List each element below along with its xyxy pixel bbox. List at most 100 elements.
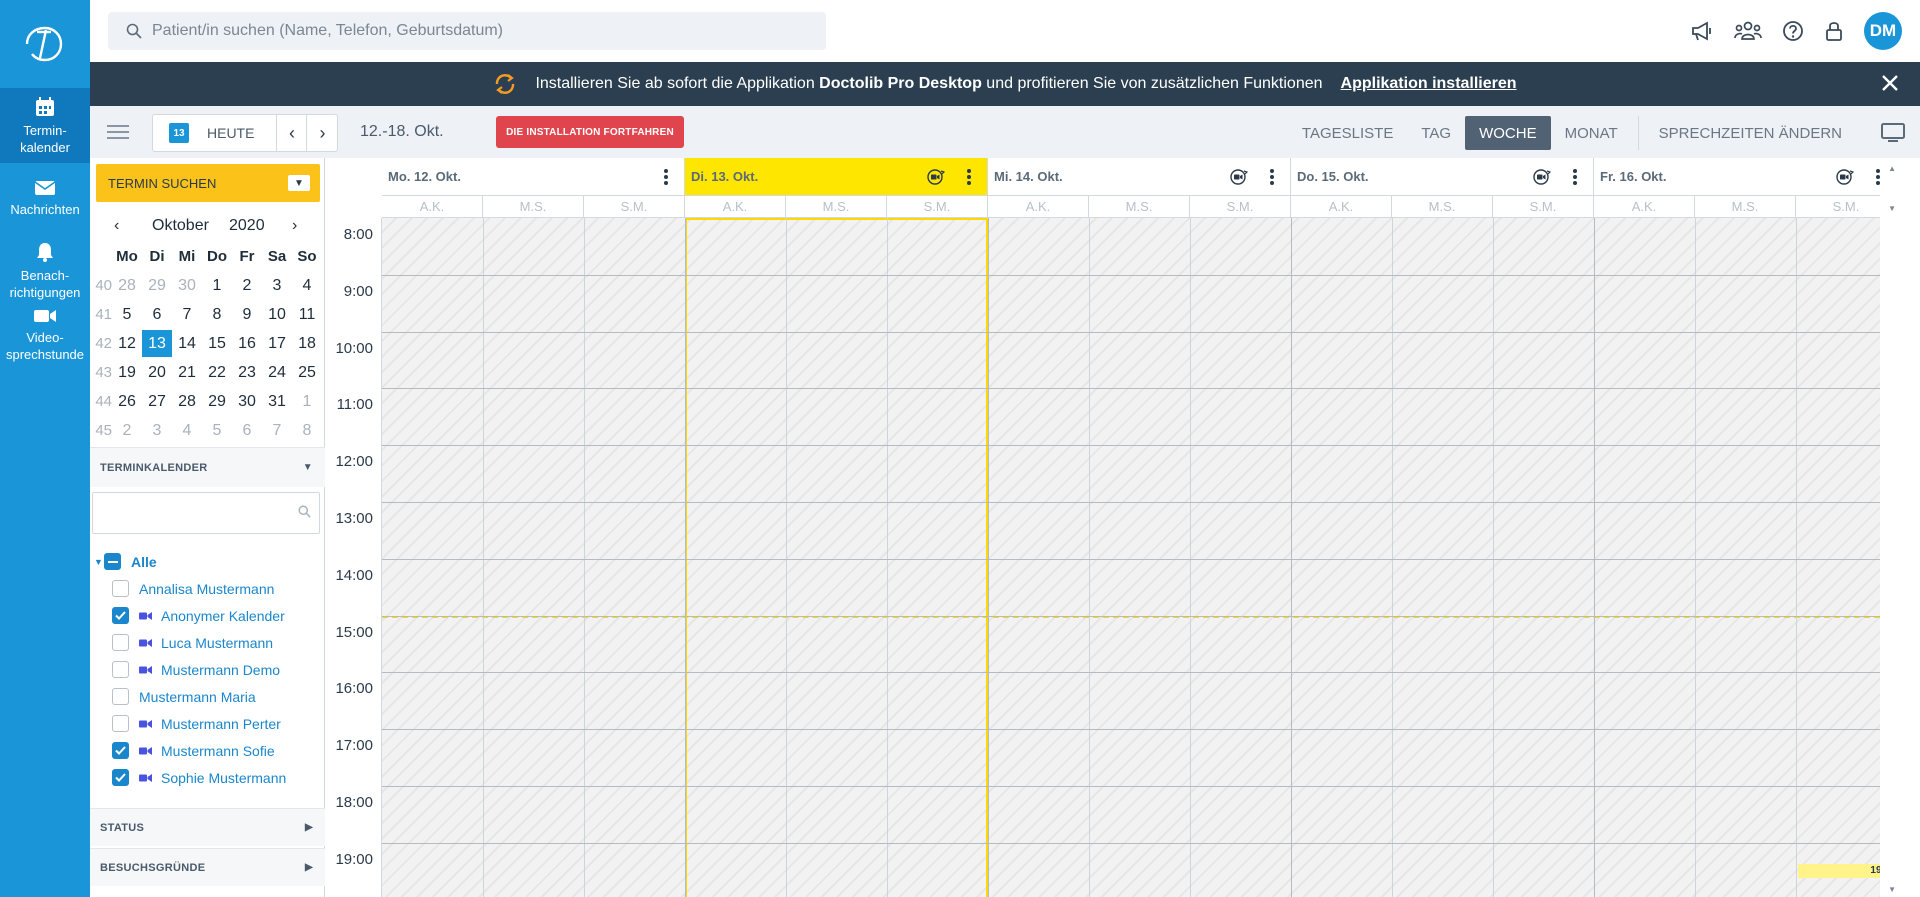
change-office-hours-button[interactable]: SPRECHZEITEN ÄNDERN xyxy=(1645,116,1856,150)
calendar-item[interactable]: Anonymer Kalender xyxy=(90,602,325,629)
monitor-icon[interactable] xyxy=(1880,122,1906,144)
day-header[interactable]: Do. 15. Okt. xyxy=(1291,158,1594,196)
day-header[interactable]: Mi. 14. Okt. xyxy=(988,158,1291,196)
lock-icon[interactable] xyxy=(1824,20,1844,42)
mini-calendar-year[interactable]: 2020 xyxy=(229,217,265,235)
mini-calendar-day[interactable]: 6 xyxy=(142,301,172,328)
mini-calendar-day[interactable]: 11 xyxy=(292,301,322,328)
week-number[interactable]: 42 xyxy=(90,335,112,352)
mini-calendar-day[interactable]: 8 xyxy=(292,417,322,444)
megaphone-icon[interactable] xyxy=(1690,20,1714,42)
mini-calendar-day[interactable]: 20 xyxy=(142,359,172,386)
week-number[interactable]: 40 xyxy=(90,277,112,294)
mini-calendar-day[interactable]: 29 xyxy=(142,272,172,299)
mini-calendar-day[interactable]: 10 xyxy=(262,301,292,328)
mini-calendar-day[interactable]: 30 xyxy=(232,388,262,415)
mini-calendar-day[interactable]: 9 xyxy=(232,301,262,328)
mini-calendar-day[interactable]: 25 xyxy=(292,359,322,386)
mini-calendar-day[interactable]: 13 xyxy=(142,330,172,357)
mini-calendar-day[interactable]: 4 xyxy=(292,272,322,299)
mini-calendar-prev-icon[interactable]: ‹ xyxy=(114,217,119,235)
tab-week[interactable]: WOCHE xyxy=(1465,116,1551,150)
mini-calendar-day[interactable]: 8 xyxy=(202,301,232,328)
calendar-item[interactable]: Mustermann Sofie xyxy=(90,737,325,764)
mini-calendar-day[interactable]: 26 xyxy=(112,388,142,415)
calendar-item[interactable]: Mustermann Demo xyxy=(90,656,325,683)
nav-calendar[interactable]: Termin- kalender xyxy=(0,88,90,163)
mini-calendar-day[interactable]: 4 xyxy=(172,417,202,444)
calendar-filter[interactable] xyxy=(92,492,320,534)
mini-calendar-day[interactable]: 17 xyxy=(262,330,292,357)
doctolib-logo[interactable] xyxy=(0,0,90,88)
mini-calendar-day[interactable]: 16 xyxy=(232,330,262,357)
mini-calendar-day[interactable]: 5 xyxy=(112,301,142,328)
mini-calendar-next-icon[interactable]: › xyxy=(292,217,297,235)
today-button[interactable]: 13 HEUTE xyxy=(153,115,278,151)
week-number[interactable]: 41 xyxy=(90,306,112,323)
day-header[interactable]: Di. 13. Okt. xyxy=(685,158,988,196)
mini-calendar-day[interactable]: 28 xyxy=(172,388,202,415)
mini-calendar-day[interactable]: 7 xyxy=(262,417,292,444)
tab-day[interactable]: TAG xyxy=(1407,116,1465,150)
week-number[interactable]: 44 xyxy=(90,393,112,410)
calendar-item[interactable]: Mustermann Perter xyxy=(90,710,325,737)
mini-calendar-day[interactable]: 14 xyxy=(172,330,202,357)
week-number[interactable]: 45 xyxy=(90,422,112,439)
week-number[interactable]: 43 xyxy=(90,364,112,381)
more-options-icon[interactable] xyxy=(967,168,971,189)
tab-month[interactable]: MONAT xyxy=(1551,116,1632,150)
mini-calendar-day[interactable]: 1 xyxy=(292,388,322,415)
calendar-checkbox[interactable] xyxy=(112,769,129,786)
mini-calendar-day[interactable]: 28 xyxy=(112,272,142,299)
scroll-down-icon[interactable]: ▼ xyxy=(1888,204,1896,213)
mini-calendar-day[interactable]: 15 xyxy=(202,330,232,357)
mini-calendar-day[interactable]: 19 xyxy=(112,359,142,386)
calendar-scrollbar[interactable]: ▲ ▼ ▼ xyxy=(1880,158,1900,897)
team-icon[interactable] xyxy=(1734,20,1762,42)
more-options-icon[interactable] xyxy=(1270,168,1274,189)
nav-messages[interactable]: Nachrichten xyxy=(0,163,90,227)
calendar-item[interactable]: Sophie Mustermann xyxy=(90,764,325,791)
caret-down-icon[interactable]: ▼ xyxy=(94,557,103,567)
calendar-filter-input[interactable] xyxy=(93,493,283,531)
day-header[interactable]: Mo. 12. Okt. xyxy=(382,158,685,196)
calendar-item[interactable]: Mustermann Maria xyxy=(90,683,325,710)
user-avatar[interactable]: DM xyxy=(1864,12,1902,50)
mini-calendar-day[interactable]: 29 xyxy=(202,388,232,415)
video-sync-icon[interactable] xyxy=(1836,169,1855,188)
mini-calendar-day[interactable]: 31 xyxy=(262,388,292,415)
mini-calendar-day[interactable]: 27 xyxy=(142,388,172,415)
video-sync-icon[interactable] xyxy=(927,169,946,188)
calendar-checkbox[interactable] xyxy=(112,688,129,705)
mini-calendar-day[interactable]: 5 xyxy=(202,417,232,444)
calendar-checkbox[interactable] xyxy=(112,661,129,678)
mini-calendar-day[interactable]: 6 xyxy=(232,417,262,444)
calendar-grid[interactable]: 19:15 xyxy=(382,218,1900,897)
mini-calendar-day[interactable]: 23 xyxy=(232,359,262,386)
mini-calendar-day[interactable]: 1 xyxy=(202,272,232,299)
tab-day-list[interactable]: TAGESLISTE xyxy=(1288,116,1407,150)
mini-calendar-day[interactable]: 2 xyxy=(232,272,262,299)
calendar-item[interactable]: Luca Mustermann xyxy=(90,629,325,656)
calendar-checkbox[interactable] xyxy=(112,742,129,759)
calendar-item[interactable]: Annalisa Mustermann xyxy=(90,575,325,602)
mini-calendar-day[interactable]: 24 xyxy=(262,359,292,386)
checkbox-all[interactable] xyxy=(104,553,121,570)
calendar-checkbox[interactable] xyxy=(112,607,129,624)
nav-video-consultation[interactable]: Video- sprechstunde xyxy=(0,303,90,379)
day-header[interactable]: Fr. 16. Okt. xyxy=(1594,158,1897,196)
continue-install-button[interactable]: DIE INSTALLATION FORTFAHREN xyxy=(496,116,684,148)
video-sync-icon[interactable] xyxy=(1533,169,1552,188)
mini-calendar-day[interactable]: 3 xyxy=(142,417,172,444)
patient-search[interactable] xyxy=(108,12,826,50)
hamburger-menu-icon[interactable] xyxy=(106,122,130,142)
mini-calendar-day[interactable]: 12 xyxy=(112,330,142,357)
next-week-button[interactable]: › xyxy=(307,115,337,151)
mini-calendar-day[interactable]: 22 xyxy=(202,359,232,386)
mini-calendar-day[interactable]: 7 xyxy=(172,301,202,328)
mini-calendar-day[interactable]: 18 xyxy=(292,330,322,357)
video-sync-icon[interactable] xyxy=(1230,169,1249,188)
calendar-item-all[interactable]: ▼ Alle xyxy=(90,548,325,575)
section-visit-reasons[interactable]: BESUCHSGRÜNDE ▶ xyxy=(90,848,325,886)
patient-search-input[interactable] xyxy=(152,22,792,40)
